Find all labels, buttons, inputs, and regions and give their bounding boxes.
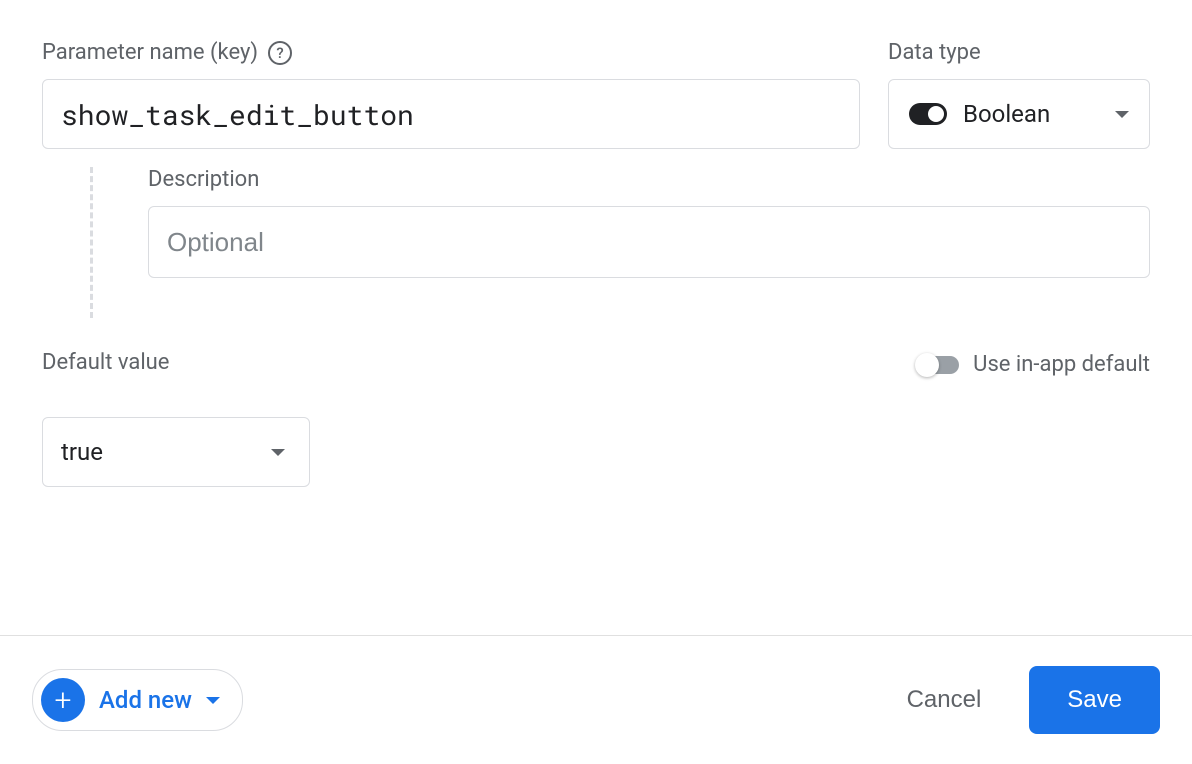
in-app-default-toggle[interactable]: Use in-app default <box>917 352 1150 377</box>
description-label-text: Description <box>148 167 259 192</box>
parameter-name-section: Parameter name (key) ? <box>42 40 860 149</box>
toggle-off-icon <box>917 356 959 374</box>
data-type-section: Data type Boolean <box>888 40 1150 149</box>
chevron-down-icon <box>271 449 285 456</box>
add-new-button[interactable]: + Add new <box>32 669 243 731</box>
data-type-value: Boolean <box>963 100 1099 128</box>
default-value-text: true <box>61 438 271 466</box>
default-value-label: Default value <box>42 350 310 375</box>
main-content: Parameter name (key) ? Data type Boolean… <box>0 0 1192 635</box>
add-new-label: Add new <box>99 686 192 714</box>
default-value-select[interactable]: true <box>42 417 310 487</box>
data-type-label-text: Data type <box>888 40 981 65</box>
footer: + Add new Cancel Save <box>0 635 1192 764</box>
footer-actions: Cancel Save <box>895 666 1160 734</box>
data-type-select[interactable]: Boolean <box>888 79 1150 149</box>
default-row: Default value true Use in-app default <box>42 350 1150 487</box>
chevron-down-icon <box>1115 111 1129 118</box>
in-app-default-label: Use in-app default <box>973 352 1150 377</box>
description-input[interactable] <box>148 206 1150 278</box>
plus-icon: + <box>41 678 85 722</box>
parameter-name-label-text: Parameter name (key) <box>42 40 258 65</box>
chevron-down-icon <box>206 697 220 704</box>
data-type-label: Data type <box>888 40 1150 65</box>
parameter-name-input[interactable] <box>42 79 860 149</box>
description-label: Description <box>148 167 1150 192</box>
boolean-icon <box>909 103 947 125</box>
cancel-button[interactable]: Cancel <box>895 678 994 722</box>
help-icon[interactable]: ? <box>268 41 292 65</box>
tree-connector-line <box>90 167 93 318</box>
default-value-label-text: Default value <box>42 350 169 375</box>
save-button[interactable]: Save <box>1029 666 1160 734</box>
parameter-name-label: Parameter name (key) ? <box>42 40 860 65</box>
default-value-section: Default value true <box>42 350 310 487</box>
top-row: Parameter name (key) ? Data type Boolean <box>42 40 1150 149</box>
description-section: Description <box>90 167 1150 278</box>
